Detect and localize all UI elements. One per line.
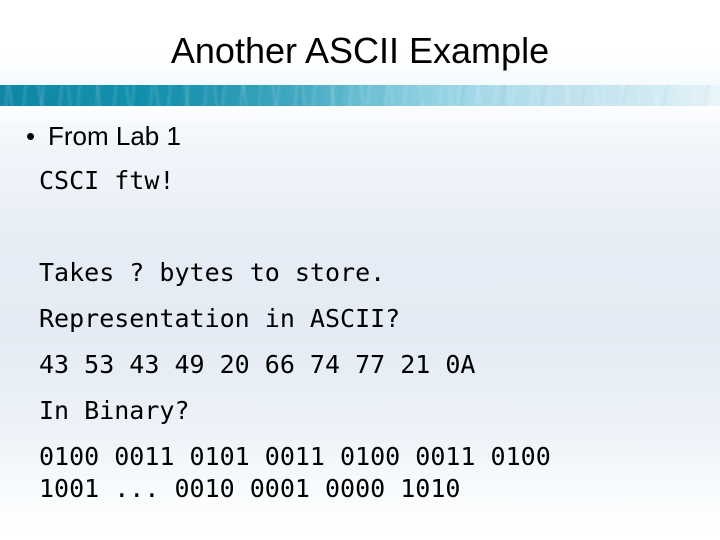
bullet-dot-icon: •	[26, 121, 36, 151]
bullet-item-label: From Lab 1	[48, 121, 181, 151]
ripple-texture-layer-3	[0, 85, 720, 106]
slide-title-zone: Another ASCII Example	[0, 0, 720, 85]
code-line-hex-bytes: 43 53 43 49 20 66 74 77 21 0A	[39, 350, 476, 379]
ripple-texture-layer-2	[0, 85, 720, 106]
water-ripple-banner	[0, 85, 720, 106]
code-line-representation: Representation in ASCII?	[39, 304, 401, 333]
slide-content: • From Lab 1 CSCI ftw! Takes ? bytes to s…	[0, 106, 720, 540]
ripple-texture-layer-1	[0, 85, 720, 106]
page-title: Another ASCII Example	[170, 30, 550, 71]
code-line-in-binary: In Binary?	[39, 396, 190, 425]
code-line-binary-1: 0100 0011 0101 0011 0100 0011 0100	[39, 442, 551, 471]
slide-canvas: Another ASCII Example • From Lab 1 CSCI f…	[0, 0, 720, 540]
code-line-csci: CSCI ftw!	[39, 166, 175, 195]
code-line-binary-2: 1001 ... 0010 0001 0000 1010	[39, 474, 461, 503]
code-line-takes: Takes ? bytes to store.	[39, 258, 386, 287]
bullet-list-item: • From Lab 1	[26, 120, 181, 152]
ripple-highlight-fade	[0, 85, 720, 106]
